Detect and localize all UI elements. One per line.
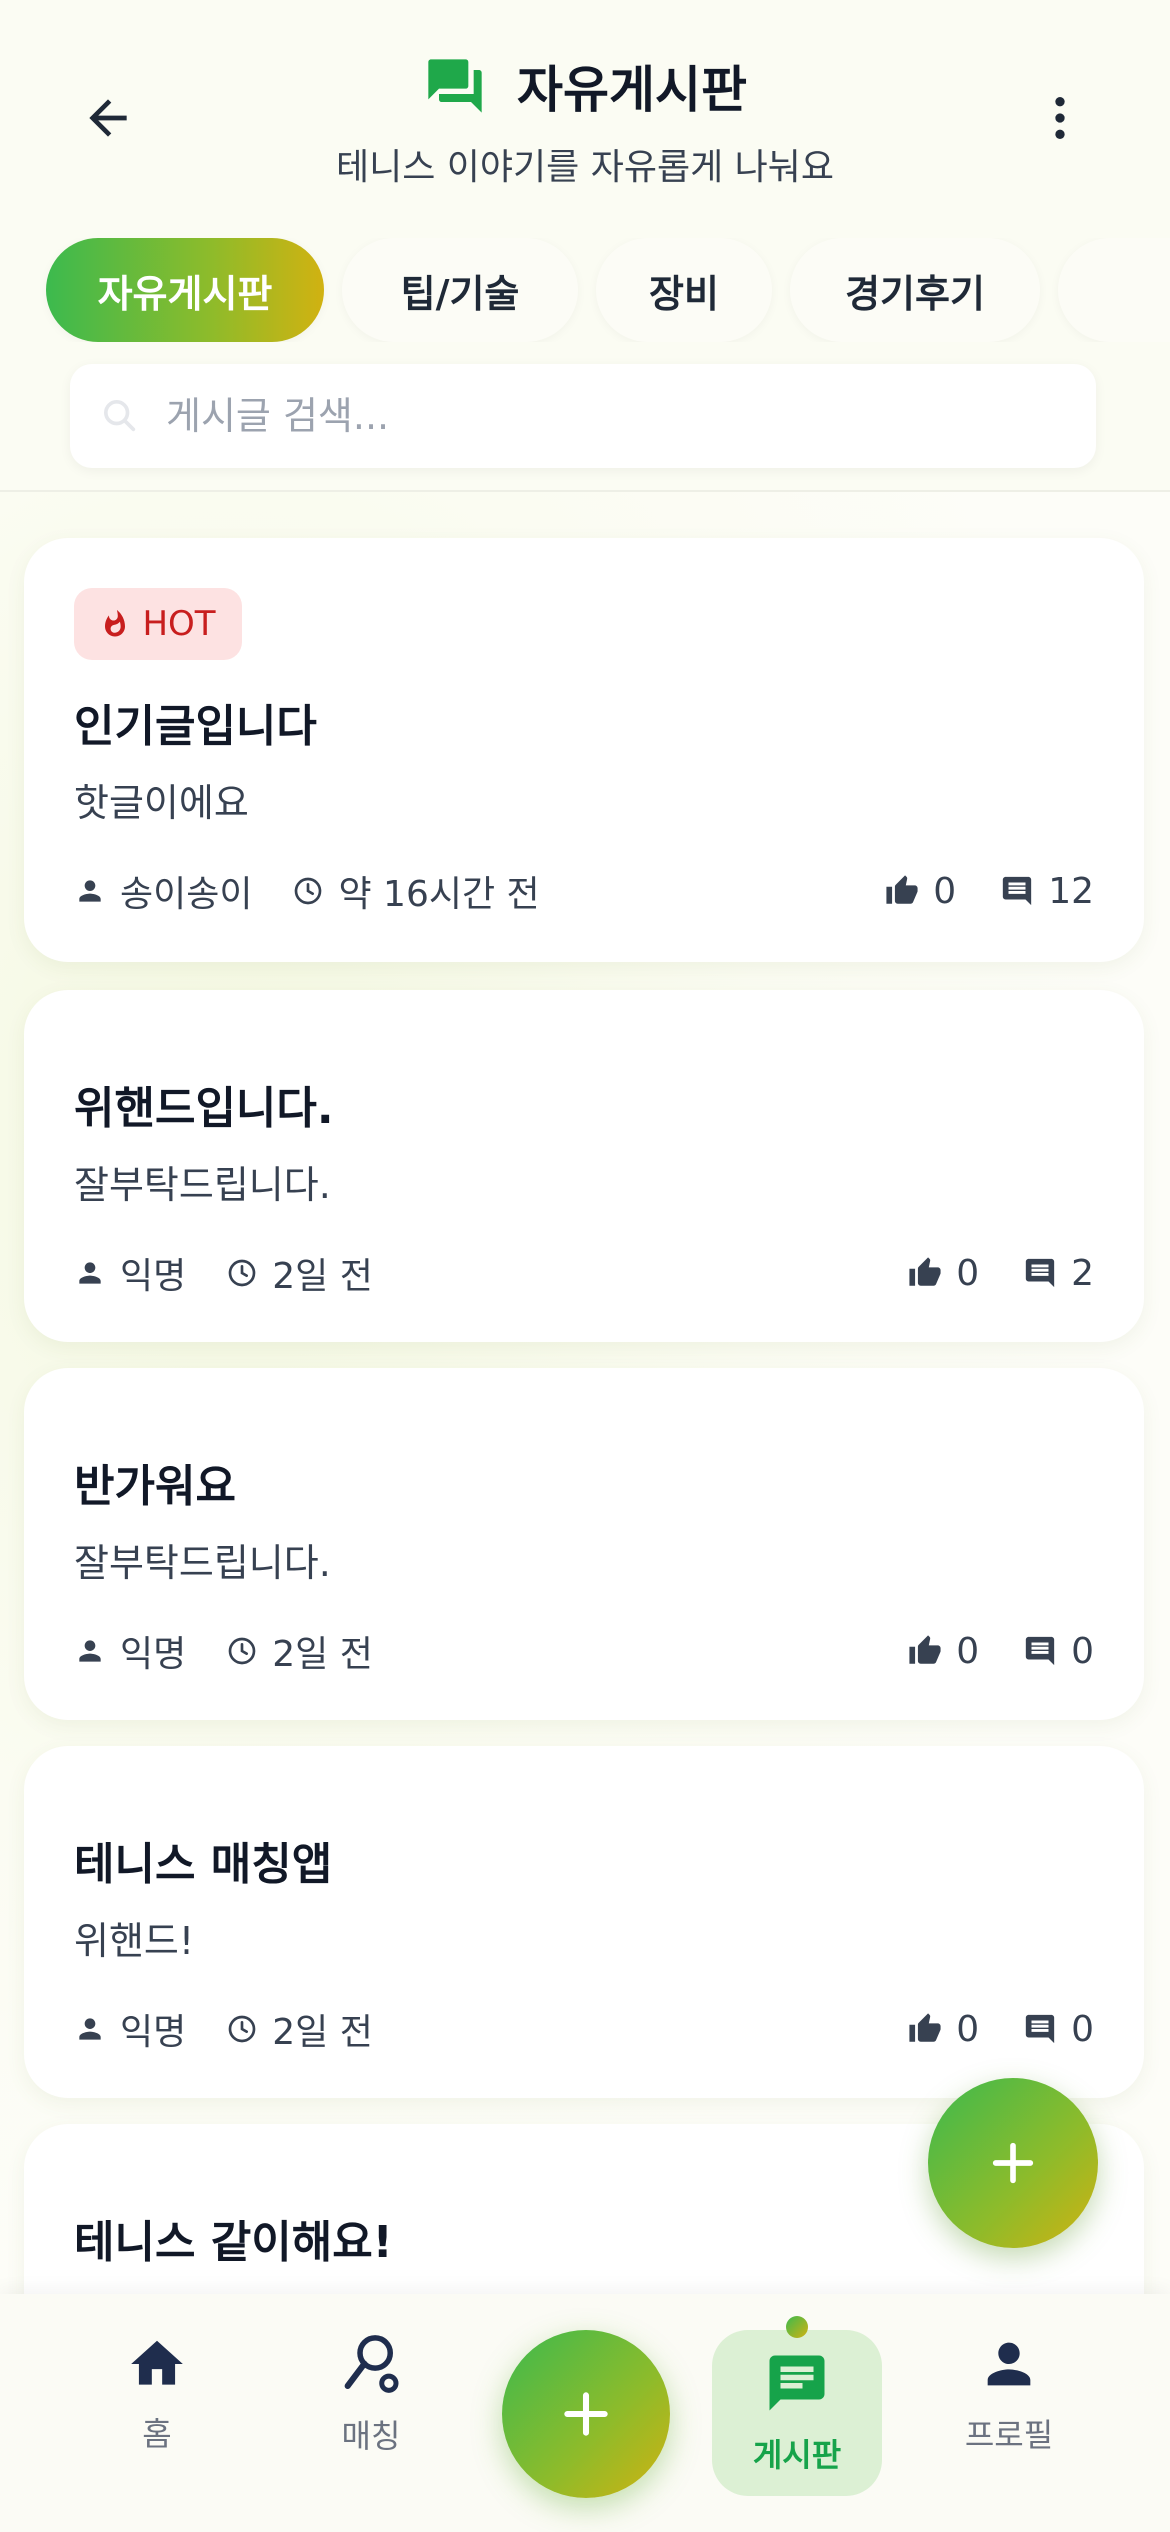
nav-board-label: 게시판 <box>752 2436 842 2474</box>
search-bar <box>70 364 1096 468</box>
post-author: 송이송이 <box>120 874 253 915</box>
comment-icon <box>1000 874 1034 908</box>
person-icon <box>74 2013 106 2045</box>
post-meta: 송이송이 약 16시간 전 0 12 <box>74 866 1094 916</box>
nav-profile-label: 프로필 <box>964 2416 1054 2454</box>
board-icon <box>769 2355 825 2411</box>
tab-equipment[interactable]: 장비 <box>596 238 772 342</box>
write-post-fab[interactable] <box>928 2078 1098 2248</box>
post-card[interactable]: 테니스 매칭앱 위핸드! 익명 2일 전 0 0 <box>24 1746 1144 2098</box>
post-card[interactable]: HOT 인기글입니다 핫글이에요 송이송이 약 16시간 전 0 12 <box>24 538 1144 962</box>
nav-profile[interactable]: 프로필 <box>924 2294 1094 2494</box>
post-author: 익명 <box>120 1634 187 1675</box>
post-time: 약 16시간 전 <box>338 874 540 915</box>
post-meta: 익명 2일 전 0 0 <box>74 2004 1094 2054</box>
nav-add-button[interactable] <box>502 2330 670 2498</box>
category-tabs: 자유게시판 팁/기술 장비 경기후기 <box>0 238 1170 342</box>
post-body: 잘부탁드립니다. <box>74 1541 331 1585</box>
like-count: 0 <box>956 2008 980 2050</box>
home-icon <box>131 2340 183 2385</box>
nav-board[interactable]: 게시판 <box>712 2316 882 2496</box>
thumb-up-icon <box>885 874 919 908</box>
person-icon <box>74 875 106 907</box>
clock-icon <box>292 875 324 907</box>
nav-matching[interactable]: 매칭 <box>286 2294 456 2494</box>
chat-bubbles-icon <box>428 59 482 113</box>
post-meta: 익명 2일 전 0 2 <box>74 1248 1094 1298</box>
plus-icon <box>564 2392 608 2436</box>
person-icon <box>74 1635 106 1667</box>
plus-icon <box>992 2142 1034 2184</box>
search-icon <box>100 394 144 438</box>
post-time: 2일 전 <box>272 1256 373 1297</box>
profile-icon <box>987 2342 1031 2386</box>
like-count: 0 <box>933 870 957 912</box>
title-block: 자유게시판 테니스 이야기를 자유롭게 나눠요 <box>0 50 1170 190</box>
thumb-up-icon <box>908 2012 942 2046</box>
clock-icon <box>226 1257 258 1289</box>
nav-matching-label: 매칭 <box>341 2417 401 2455</box>
comment-icon <box>1023 1256 1057 1290</box>
thumb-up-icon <box>908 1634 942 1668</box>
racket-icon <box>344 2335 399 2393</box>
hot-badge-label: HOT <box>142 604 216 644</box>
post-body: 위핸드! <box>74 1919 195 1963</box>
post-card[interactable]: 위핸드입니다. 잘부탁드립니다. 익명 2일 전 0 2 <box>24 990 1144 1342</box>
nav-home-label: 홈 <box>142 2415 172 2453</box>
search-input[interactable] <box>166 394 1066 438</box>
more-vertical-icon <box>1055 97 1065 139</box>
comment-icon <box>1023 2012 1057 2046</box>
post-title: 테니스 같이해요! <box>74 2217 393 2268</box>
tab-free-board[interactable]: 자유게시판 <box>46 238 324 342</box>
person-icon <box>74 1257 106 1289</box>
page-subtitle: 테니스 이야기를 자유롭게 나눠요 <box>335 147 834 188</box>
post-title: 인기글입니다 <box>74 701 317 752</box>
tab-more-category[interactable] <box>1058 238 1170 342</box>
header: 자유게시판 테니스 이야기를 자유롭게 나눠요 자유게시판 팁/기술 장비 경기… <box>0 0 1170 492</box>
like-count: 0 <box>956 1630 980 1672</box>
comment-count: 12 <box>1048 870 1094 912</box>
post-time: 2일 전 <box>272 2012 373 2053</box>
page-title: 자유게시판 <box>517 61 747 119</box>
comment-icon <box>1023 1634 1057 1668</box>
post-title: 테니스 매칭앱 <box>74 1839 333 1890</box>
like-count: 0 <box>956 1252 980 1294</box>
thumb-up-icon <box>908 1256 942 1290</box>
post-meta: 익명 2일 전 0 0 <box>74 1626 1094 1676</box>
tab-match-review[interactable]: 경기후기 <box>790 238 1040 342</box>
active-indicator-dot <box>786 2316 808 2338</box>
post-author: 익명 <box>120 1256 187 1297</box>
post-body: 잘부탁드립니다. <box>74 1163 331 1207</box>
post-author: 익명 <box>120 2012 187 2053</box>
clock-icon <box>226 1635 258 1667</box>
comment-count: 0 <box>1071 1630 1094 1672</box>
more-options-button[interactable] <box>1020 78 1100 158</box>
post-title: 반가워요 <box>74 1461 236 1512</box>
fire-icon <box>105 609 126 637</box>
bottom-navigation: 홈 매칭 게시판 프로필 <box>0 2294 1170 2532</box>
post-title: 위핸드입니다. <box>74 1083 334 1134</box>
clock-icon <box>226 2013 258 2045</box>
post-body: 핫글이에요 <box>74 781 249 825</box>
hot-badge: HOT <box>74 588 242 660</box>
post-time: 2일 전 <box>272 1634 373 1675</box>
post-card[interactable]: 반가워요 잘부탁드립니다. 익명 2일 전 0 0 <box>24 1368 1144 1720</box>
tab-tips[interactable]: 팁/기술 <box>342 238 578 342</box>
nav-home[interactable]: 홈 <box>72 2294 242 2494</box>
comment-count: 2 <box>1071 1252 1094 1294</box>
comment-count: 0 <box>1071 2008 1094 2050</box>
